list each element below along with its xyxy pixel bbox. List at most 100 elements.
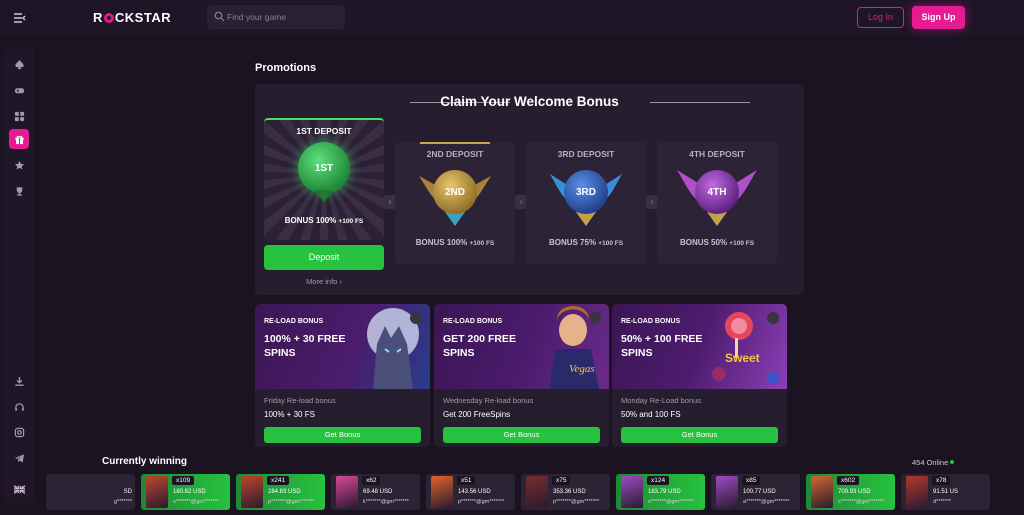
win-amount: 91.51 US xyxy=(933,489,959,495)
sidebar-item-promotions[interactable] xyxy=(9,129,29,149)
page-title: Promotions xyxy=(255,62,317,74)
get-bonus-button[interactable]: Get Bonus xyxy=(621,427,778,443)
sidebar-item-live[interactable] xyxy=(9,80,29,100)
sidebar-item-casino[interactable] xyxy=(9,54,29,74)
promo-headline: 50% + 100 FREE SPINS xyxy=(621,333,703,359)
headset-icon xyxy=(14,402,24,411)
game-thumbnail xyxy=(241,476,263,508)
winner-card[interactable]: x109 180.82 USD s*******@gm******* xyxy=(141,474,230,510)
winner-card[interactable]: x62 69.48 USD k*******@gm******* xyxy=(331,474,420,510)
win-multiplier: x124 xyxy=(647,476,670,485)
sidebar-item-games[interactable] xyxy=(9,106,29,126)
win-amount: SD xyxy=(123,489,132,495)
promo-value: Get 200 FreeSpins xyxy=(443,410,511,419)
search-icon xyxy=(214,11,225,22)
deposit-bonus-text: BONUS 100% +100 FS xyxy=(284,216,364,225)
game-badge-icon xyxy=(767,312,779,324)
winner-card[interactable]: SD g******* xyxy=(46,474,135,510)
win-amount: 284.83 USD xyxy=(268,489,301,495)
win-amount: 100.77 USD xyxy=(743,489,776,495)
svg-text:Vegas: Vegas xyxy=(569,363,595,375)
promo-subtitle: Wednesday Re-load bonus xyxy=(443,396,534,405)
svg-text:Sweet: Sweet xyxy=(725,351,760,365)
sidebar-item-tournaments[interactable] xyxy=(9,181,29,201)
more-info-link[interactable]: More info › xyxy=(264,277,384,286)
winner-card[interactable]: x241 284.83 USD p*******@gm******* xyxy=(236,474,325,510)
menu-toggle-icon[interactable] xyxy=(13,11,27,25)
deposit-card-label: 2ND DEPOSIT xyxy=(426,149,484,159)
win-user: d******* xyxy=(933,499,952,505)
deposit-card-1[interactable]: 1ST DEPOSIT 1ST BONUS 100% +100 FS xyxy=(264,118,384,240)
instagram-icon xyxy=(14,427,24,437)
search-input[interactable] xyxy=(227,9,339,25)
winner-card[interactable]: x85 100.77 USD a*******@gm******* xyxy=(711,474,800,510)
promo-headline: GET 200 FREE SPINS xyxy=(443,333,516,359)
game-thumbnail xyxy=(906,476,928,508)
promo-headline: 100% + 30 FREE SPINS xyxy=(264,333,346,359)
game-thumbnail xyxy=(336,476,358,508)
sidebar xyxy=(4,48,34,503)
win-multiplier: x75 xyxy=(552,476,571,485)
win-multiplier: x241 xyxy=(267,476,290,485)
win-amount: 183.79 USD xyxy=(648,489,681,495)
game-thumbnail xyxy=(431,476,453,508)
win-multiplier: x62 xyxy=(362,476,381,485)
deposit-card-2[interactable]: 2ND DEPOSIT 2ND BONUS 100% +100 FS xyxy=(395,142,515,264)
game-thumbnail xyxy=(811,476,833,508)
welcome-bonus-title: Claim Your Welcome Bonus xyxy=(440,94,619,109)
medal-2nd-icon: 2ND xyxy=(433,170,477,214)
grid-icon xyxy=(14,111,24,121)
promo-subtitle: Monday Re-Load bonus xyxy=(621,396,702,405)
logo[interactable]: R CKSTAR xyxy=(93,10,171,25)
win-multiplier: x602 xyxy=(837,476,860,485)
win-user: p*******@gm******* xyxy=(268,499,315,505)
promo-subtitle: Friday Re-load bonus xyxy=(264,396,336,405)
win-user: s*******@gm******* xyxy=(648,499,694,505)
promo-value: 100% + 30 FS xyxy=(264,410,315,419)
login-button[interactable]: Log In xyxy=(857,7,904,28)
welcome-bonus-panel: Claim Your Welcome Bonus 1ST DEPOSIT 1ST… xyxy=(255,84,804,295)
top-bar: RCKSTAR Log In Sign Up xyxy=(0,0,1024,36)
star-icon xyxy=(14,160,24,169)
currently-winning-title: Currently winning xyxy=(102,456,187,467)
win-user: g******* xyxy=(113,499,132,505)
sidebar-item-instagram[interactable] xyxy=(9,422,29,442)
deposit-bonus-text: BONUS 100% +100 FS xyxy=(415,238,495,247)
deposit-button[interactable]: Deposit xyxy=(264,245,384,270)
win-amount: 180.82 USD xyxy=(173,489,206,495)
win-amount: 709.93 USD xyxy=(838,489,871,495)
search-box[interactable] xyxy=(207,5,345,29)
sidebar-item-download[interactable] xyxy=(9,371,29,391)
logo-mark-icon xyxy=(103,13,114,23)
win-user: p*******@gm******* xyxy=(458,499,505,505)
sidebar-item-favorites[interactable] xyxy=(9,155,29,175)
game-thumbnail xyxy=(716,476,738,508)
medal-3rd-icon: 3RD xyxy=(564,170,608,214)
promo-banner: Sweet RE-LOAD BONUS 50% + 100 FREE SPINS xyxy=(612,304,787,389)
win-user: k*******@gm******* xyxy=(363,499,409,505)
deposit-card-3[interactable]: 3RD DEPOSIT 3RD BONUS 75% +100 FS xyxy=(526,142,646,264)
get-bonus-button[interactable]: Get Bonus xyxy=(264,427,421,443)
game-thumbnail xyxy=(526,476,548,508)
winner-card[interactable]: x602 709.93 USD s*******@gm******* xyxy=(806,474,895,510)
winner-card[interactable]: x78 91.51 US d******* xyxy=(901,474,990,510)
sidebar-item-language[interactable] xyxy=(9,479,29,499)
win-multiplier: x109 xyxy=(172,476,195,485)
deposit-card-label: 1ST DEPOSIT xyxy=(296,126,352,136)
winner-card[interactable]: x75 353.36 USD p*******@gm******* xyxy=(521,474,610,510)
game-thumbnail xyxy=(146,476,168,508)
gamepad-icon xyxy=(14,87,24,93)
download-icon xyxy=(14,376,24,386)
get-bonus-button[interactable]: Get Bonus xyxy=(443,427,600,443)
winner-card[interactable]: x124 183.79 USD s*******@gm******* xyxy=(616,474,705,510)
gift-icon xyxy=(14,135,24,144)
deposit-card-4[interactable]: 4TH DEPOSIT 4TH BONUS 50% +100 FS xyxy=(657,142,777,264)
promo-value: 50% and 100 FS xyxy=(621,410,681,419)
win-amount: 353.36 USD xyxy=(553,489,586,495)
sidebar-item-telegram[interactable] xyxy=(9,448,29,468)
deposit-bonus-text: BONUS 50% +100 FS xyxy=(679,238,755,247)
sidebar-item-support[interactable] xyxy=(9,397,29,417)
signup-button[interactable]: Sign Up xyxy=(912,6,965,29)
promo-card-friday: RE-LOAD BONUS 100% + 30 FREE SPINS Frida… xyxy=(255,304,430,447)
winner-card[interactable]: x51 143.56 USD p*******@gm******* xyxy=(426,474,515,510)
